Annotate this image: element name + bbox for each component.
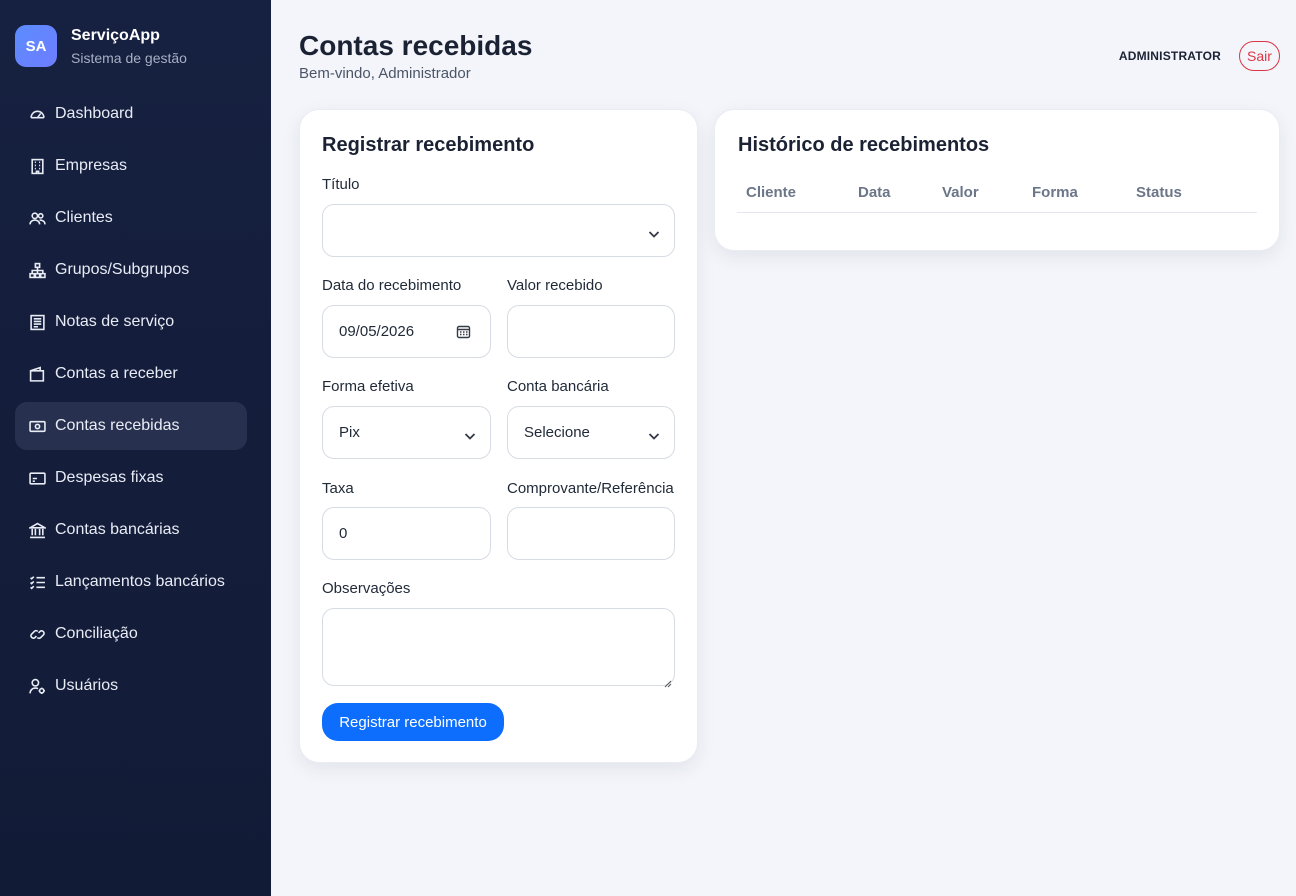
titulo-select[interactable]: [322, 204, 675, 257]
wallet-icon: [28, 365, 46, 383]
sidebar-item-label: Conciliação: [55, 625, 138, 642]
conta-bancaria-select[interactable]: Selecione: [507, 406, 675, 459]
sidebar-item-label: Grupos/Subgrupos: [55, 261, 190, 278]
comprovante-label: Comprovante/Referência: [507, 480, 674, 497]
forma-efetiva-select[interactable]: Pix: [322, 406, 491, 459]
brand-name: ServiçoApp: [71, 26, 160, 44]
observacoes-textarea[interactable]: [322, 608, 675, 688]
valor-recebido-input[interactable]: [507, 305, 675, 358]
sidebar-item-contas-recebidas[interactable]: Contas recebidas: [15, 402, 247, 450]
sidebar-item-label: Contas recebidas: [55, 417, 180, 434]
brand-subtitle: Sistema de gestão: [71, 49, 187, 66]
history-title: Histórico de recebimentos: [738, 134, 990, 156]
user-name: ADMINISTRATOR: [1118, 49, 1221, 63]
sidebar-item-dashboard[interactable]: Dashboard: [15, 90, 247, 138]
chevron-down-icon: [648, 226, 660, 238]
receipt-form-card: Registrar recebimento Título Data do rec…: [299, 109, 698, 763]
forma-label: Forma efetiva: [322, 378, 414, 395]
sidebar-item-clientes[interactable]: Clientes: [15, 194, 247, 242]
sidebar-item-label: Notas de serviço: [55, 313, 175, 330]
cash-icon: [28, 417, 46, 435]
receipt-icon: [28, 313, 46, 331]
register-receipt-button[interactable]: Registrar recebimento: [322, 703, 504, 741]
column-header-data[interactable]: Data: [858, 184, 891, 201]
list-check-icon: [28, 573, 46, 591]
conta-label: Conta bancária: [507, 378, 609, 395]
table-header-divider: [737, 212, 1257, 213]
sidebar-item-contas-receber[interactable]: Contas a receber: [15, 350, 247, 398]
brand-text: ServiçoApp Sistema de gestão: [71, 27, 187, 66]
observacoes-label: Observações: [322, 580, 411, 597]
sidebar-item-empresas[interactable]: Empresas: [15, 142, 247, 190]
card-icon: [28, 469, 46, 487]
sidebar-item-despesas[interactable]: Despesas fixas: [15, 454, 247, 502]
diagram-icon: [28, 261, 46, 279]
form-title: Registrar recebimento: [322, 134, 535, 156]
sidebar-item-label: Lançamentos bancários: [55, 573, 225, 590]
chevron-down-icon: [464, 428, 476, 440]
titulo-label: Título: [322, 176, 360, 193]
logout-button[interactable]: Sair: [1239, 41, 1280, 71]
sidebar-item-conciliacao[interactable]: Conciliação: [15, 610, 247, 658]
taxa-label: Taxa: [322, 480, 354, 497]
page-subtitle: Bem-vindo, Administrador: [299, 65, 471, 82]
sidebar-item-label: Contas bancárias: [55, 521, 180, 538]
sidebar-item-label: Empresas: [55, 157, 128, 174]
taxa-input[interactable]: 0: [322, 507, 491, 560]
sidebar: SA ServiçoApp Sistema de gestão Dashboar…: [0, 0, 271, 896]
sidebar-item-grupos[interactable]: Grupos/Subgrupos: [15, 246, 247, 294]
taxa-value: 0: [339, 525, 348, 542]
sidebar-item-bancarias[interactable]: Contas bancárias: [15, 506, 247, 554]
sidebar-item-label: Contas a receber: [55, 365, 178, 382]
bank-icon: [28, 521, 46, 539]
people-icon: [28, 209, 46, 227]
sidebar-item-label: Despesas fixas: [55, 469, 164, 486]
brand-logo: SA: [15, 25, 57, 67]
building-icon: [28, 157, 46, 175]
data-value: 09/05/2026: [339, 323, 415, 340]
data-recebimento-input[interactable]: 09/05/2026: [322, 305, 491, 358]
comprovante-input[interactable]: [507, 507, 675, 560]
brand: SA ServiçoApp Sistema de gestão: [15, 25, 187, 67]
column-header-cliente[interactable]: Cliente: [746, 184, 796, 201]
sidebar-nav: Dashboard Empresas Clientes Grupos/Subgr…: [15, 90, 247, 714]
conta-value: Selecione: [524, 424, 590, 441]
forma-value: Pix: [339, 424, 360, 441]
sidebar-item-lancamentos[interactable]: Lançamentos bancários: [15, 558, 247, 606]
history-card: Histórico de recebimentos Cliente Data V…: [714, 109, 1280, 251]
valor-label: Valor recebido: [507, 277, 603, 294]
column-header-status[interactable]: Status: [1136, 184, 1182, 201]
sidebar-item-notas[interactable]: Notas de serviço: [15, 298, 247, 346]
link-icon: [28, 625, 46, 643]
sidebar-item-label: Dashboard: [55, 105, 134, 122]
sidebar-item-label: Usuários: [55, 677, 119, 694]
chevron-down-icon: [648, 428, 660, 440]
column-header-valor[interactable]: Valor: [942, 184, 979, 201]
column-header-forma[interactable]: Forma: [1032, 184, 1078, 201]
sidebar-item-usuarios[interactable]: Usuários: [15, 662, 247, 710]
sidebar-item-label: Clientes: [55, 209, 113, 226]
resize-handle-icon[interactable]: [664, 675, 672, 688]
data-label: Data do recebimento: [322, 277, 462, 294]
page-title: Contas recebidas: [299, 30, 533, 61]
gauge-icon: [28, 105, 46, 123]
calendar-icon[interactable]: [456, 324, 471, 339]
user-gear-icon: [28, 677, 46, 695]
